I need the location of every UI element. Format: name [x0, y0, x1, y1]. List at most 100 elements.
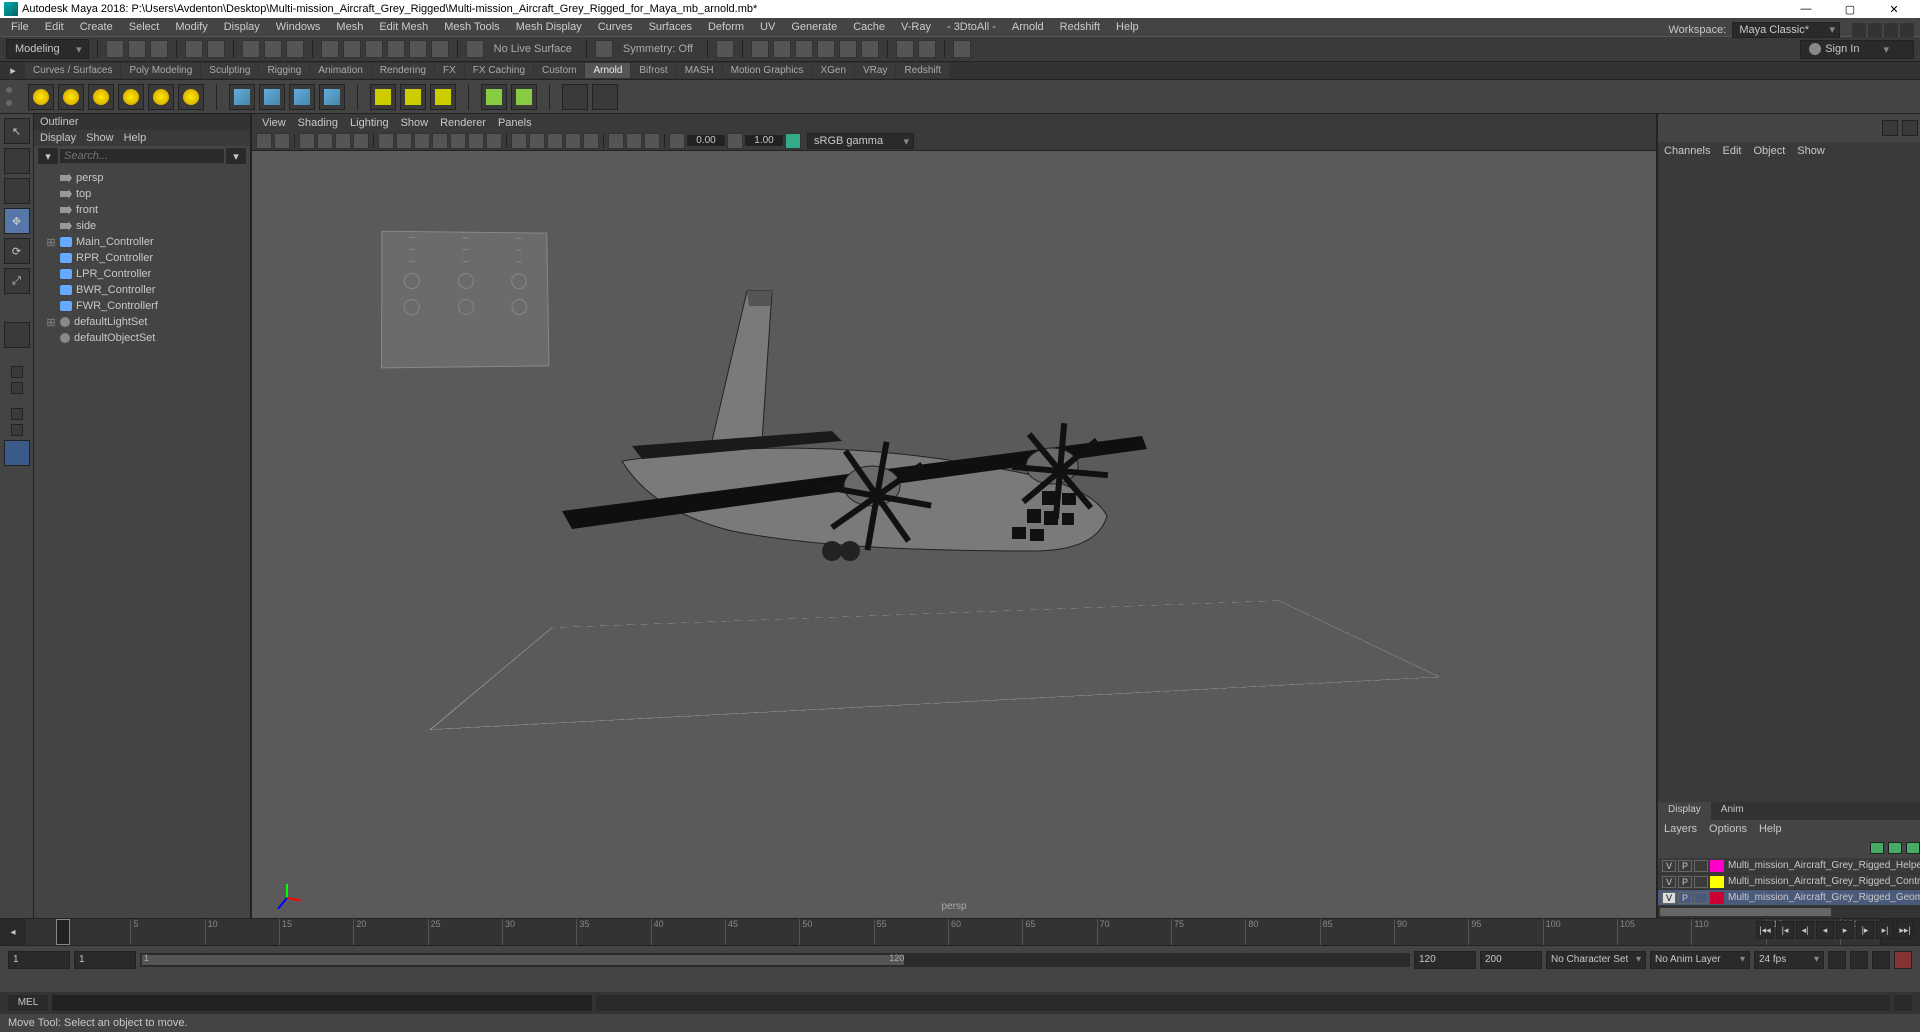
- outliner-search-dd[interactable]: ▾: [226, 148, 246, 164]
- menu-meshtools[interactable]: Mesh Tools: [437, 21, 506, 33]
- vp-bookmark-icon[interactable]: [299, 133, 315, 149]
- arnold-volume-icon[interactable]: [289, 84, 315, 110]
- animprefs-icon[interactable]: [1872, 951, 1890, 969]
- snap-grid-icon[interactable]: [321, 40, 339, 58]
- redo-icon[interactable]: [207, 40, 225, 58]
- snap-curve-icon[interactable]: [343, 40, 361, 58]
- channel-icon[interactable]: [1902, 120, 1918, 136]
- layers-options[interactable]: Options: [1709, 823, 1747, 835]
- save-scene-icon[interactable]: [150, 40, 168, 58]
- arnold-standin-icon[interactable]: [229, 84, 255, 110]
- tab-redshift[interactable]: Redshift: [896, 63, 949, 78]
- tab-arnold[interactable]: Arnold: [585, 63, 630, 78]
- layertab-anim[interactable]: Anim: [1711, 802, 1754, 820]
- anim-layer-dropdown[interactable]: No Anim Layer: [1650, 951, 1750, 969]
- tab-vray[interactable]: VRay: [855, 63, 895, 78]
- playblast-icon[interactable]: [896, 40, 914, 58]
- tab-bifrost[interactable]: Bifrost: [631, 63, 675, 78]
- outliner-tree[interactable]: persp top front side ⊞Main_Controller RP…: [34, 166, 250, 918]
- vp-fieldchart-icon[interactable]: [450, 133, 466, 149]
- arnold-operators-icon[interactable]: [319, 84, 345, 110]
- paint-tool[interactable]: [4, 178, 30, 204]
- tab-sculpt[interactable]: Sculpting: [201, 63, 258, 78]
- script-lang-toggle[interactable]: MEL: [8, 995, 48, 1011]
- vp-lock-camera-icon[interactable]: [274, 133, 290, 149]
- vp-shadows-icon[interactable]: [583, 133, 599, 149]
- menu-generate[interactable]: Generate: [784, 21, 844, 33]
- outliner-item-main[interactable]: ⊞Main_Controller: [36, 234, 248, 250]
- tab-fxcache[interactable]: FX Caching: [465, 63, 533, 78]
- menu-create[interactable]: Create: [73, 21, 120, 33]
- outliner-help[interactable]: Help: [124, 132, 147, 144]
- outliner-filter-icon[interactable]: ▾: [38, 148, 58, 164]
- pause-icon[interactable]: [918, 40, 936, 58]
- tab-rigging[interactable]: Rigging: [259, 63, 309, 78]
- layer-row-helpers[interactable]: VP Multi_mission_Aircraft_Grey_Rigged_He…: [1658, 858, 1920, 874]
- viewport-canvas[interactable]: ——— ——— ———: [252, 151, 1656, 918]
- script-editor-icon[interactable]: [1894, 995, 1912, 1011]
- vp-exposure-icon[interactable]: [669, 133, 685, 149]
- play-back-icon[interactable]: ◂: [1816, 921, 1834, 939]
- arnold-photometric-icon[interactable]: [118, 84, 144, 110]
- snap-plane-icon[interactable]: [387, 40, 405, 58]
- vp-xray-icon[interactable]: [626, 133, 642, 149]
- tab-mograph[interactable]: Motion Graphics: [723, 63, 812, 78]
- scale-tool[interactable]: ⤢: [4, 268, 30, 294]
- close-button[interactable]: ✕: [1872, 3, 1916, 16]
- vp-renderer[interactable]: Renderer: [440, 117, 486, 129]
- layer-moveup-icon[interactable]: [1870, 842, 1884, 854]
- setkey-icon[interactable]: [1894, 951, 1912, 969]
- menu-meshdisplay[interactable]: Mesh Display: [509, 21, 589, 33]
- menu-file[interactable]: File: [4, 21, 36, 33]
- render-view-icon[interactable]: [817, 40, 835, 58]
- render-frame-icon[interactable]: [751, 40, 769, 58]
- vp-show[interactable]: Show: [401, 117, 429, 129]
- menu-deform[interactable]: Deform: [701, 21, 751, 33]
- step-fwd-icon[interactable]: |▸: [1856, 921, 1874, 939]
- menu-cache[interactable]: Cache: [846, 21, 892, 33]
- vp-grid-icon[interactable]: [378, 133, 394, 149]
- menu-redshift[interactable]: Redshift: [1053, 21, 1107, 33]
- arnold-physical-sky-icon[interactable]: [178, 84, 204, 110]
- channelbox-body[interactable]: [1658, 160, 1920, 802]
- history-icon[interactable]: [716, 40, 734, 58]
- menu-arnold[interactable]: Arnold: [1005, 21, 1051, 33]
- layers-help[interactable]: Help: [1759, 823, 1782, 835]
- rotate-tool[interactable]: ⟳: [4, 238, 30, 264]
- menu-windows[interactable]: Windows: [269, 21, 328, 33]
- shelf-menu-icon[interactable]: ▸: [4, 64, 22, 78]
- vp-colormgmt-icon[interactable]: [785, 133, 801, 149]
- paint-select-icon[interactable]: [286, 40, 304, 58]
- outliner-item-objset[interactable]: defaultObjectSet: [36, 330, 248, 346]
- ch-channels[interactable]: Channels: [1664, 145, 1710, 157]
- outliner-item-fwr[interactable]: FWR_Controllerf: [36, 298, 248, 314]
- vp-lighting[interactable]: Lighting: [350, 117, 389, 129]
- vp-grease-icon[interactable]: [353, 133, 369, 149]
- snap-live-icon[interactable]: [409, 40, 427, 58]
- ch-object[interactable]: Object: [1753, 145, 1785, 157]
- menu-3dtoall[interactable]: - 3DtoAll -: [940, 21, 1003, 33]
- arnold-curve-collector-icon[interactable]: [259, 84, 285, 110]
- layout-three-icon[interactable]: [11, 424, 23, 436]
- playback-end-field[interactable]: 120: [1414, 951, 1476, 969]
- symmetry-icon[interactable]: [595, 40, 613, 58]
- menu-modify[interactable]: Modify: [168, 21, 214, 33]
- vp-isolate-icon[interactable]: [608, 133, 624, 149]
- layer-scrollbar[interactable]: [1658, 906, 1920, 918]
- layer-row-controllers[interactable]: VP Multi_mission_Aircraft_Grey_Rigged_Co…: [1658, 874, 1920, 890]
- mode-selector[interactable]: Modeling: [6, 39, 89, 59]
- workspace-icon-3[interactable]: [1884, 23, 1898, 37]
- outliner-item-top[interactable]: top: [36, 186, 248, 202]
- workspace-icon-2[interactable]: [1868, 23, 1882, 37]
- arnold-mesh-light-icon[interactable]: [88, 84, 114, 110]
- move-tool[interactable]: ✥: [4, 208, 30, 234]
- menu-help[interactable]: Help: [1109, 21, 1146, 33]
- symmetry-label[interactable]: Symmetry: Off: [617, 43, 699, 55]
- minimize-button[interactable]: —: [1784, 3, 1828, 15]
- lasso-icon[interactable]: [264, 40, 282, 58]
- tab-fx[interactable]: FX: [435, 63, 464, 78]
- arnold-render-icon[interactable]: [370, 84, 396, 110]
- ch-edit[interactable]: Edit: [1722, 145, 1741, 157]
- snap-view-icon[interactable]: [431, 40, 449, 58]
- timeslider-start[interactable]: ◂: [0, 919, 26, 945]
